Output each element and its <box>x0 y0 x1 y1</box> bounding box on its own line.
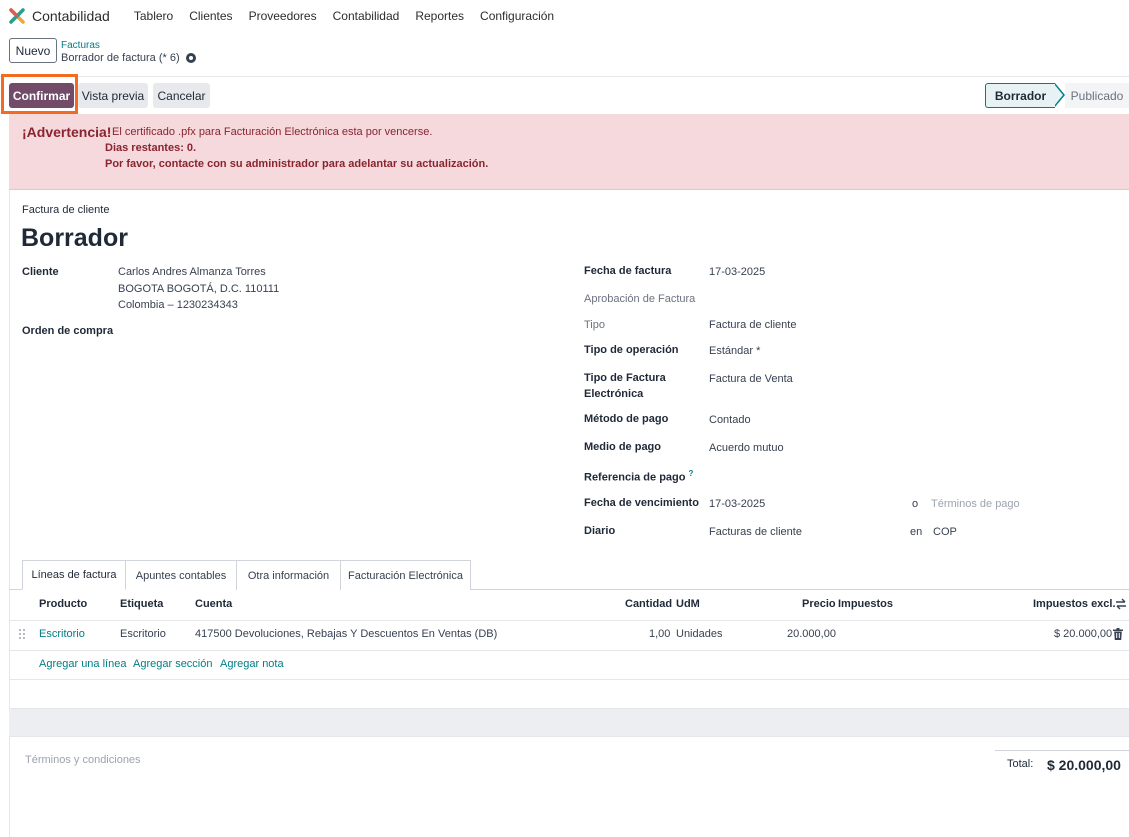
notebook-tabs: Líneas de factura Apuntes contables Otra… <box>22 560 471 590</box>
terms-conditions-field[interactable]: Términos y condiciones <box>25 754 141 766</box>
customer-address-line1: BOGOTA BOGOTÁ, D.C. 110111 <box>118 283 280 295</box>
highlight-annotation <box>1 74 78 114</box>
breadcrumb-current-label: Borrador de factura (* 6) <box>61 52 180 64</box>
breadcrumb-parent-link[interactable]: Facturas <box>61 40 100 51</box>
journal-label: Diario <box>584 525 616 537</box>
preview-button[interactable]: Vista previa <box>78 83 148 108</box>
due-date-field[interactable]: 17-03-2025 <box>709 498 765 510</box>
line-uom-field[interactable]: Unidades <box>676 628 722 640</box>
col-product[interactable]: Producto <box>39 598 87 610</box>
total-label: Total: <box>1007 758 1034 770</box>
customer-address-line2: Colombia – 1230234343 <box>118 299 238 311</box>
row-divider <box>9 650 1129 651</box>
or-label: o <box>912 498 919 510</box>
line-price-field[interactable]: 20.000,00 <box>787 628 836 640</box>
invoice-date-field[interactable]: 17-03-2025 <box>709 266 765 278</box>
payment-reference-label: Referencia de pago ? <box>584 469 693 484</box>
alert-days: Dias restantes: 0. <box>105 142 197 154</box>
col-subtotal[interactable]: Impuestos excl. <box>1033 598 1116 610</box>
line-product-field[interactable]: Escritorio <box>39 628 85 640</box>
line-account-field[interactable]: 417500 Devoluciones, Rebajas Y Descuento… <box>195 628 497 640</box>
divider <box>0 76 1129 77</box>
top-navbar: Contabilidad Tablero Clientes Proveedore… <box>0 0 1129 32</box>
tab-other-info[interactable]: Otra información <box>236 560 341 590</box>
in-label: en <box>910 526 923 538</box>
add-section-link[interactable]: Agregar sección <box>133 658 213 670</box>
alert-message: El certificado .pfx para Facturación Ele… <box>112 126 433 138</box>
nav-item-tablero[interactable]: Tablero <box>134 9 173 23</box>
new-button[interactable]: Nuevo <box>9 38 57 63</box>
einvoice-type-field[interactable]: Factura de Venta <box>709 373 793 385</box>
table-footer-band <box>9 708 1129 737</box>
row-divider <box>9 620 1129 621</box>
tab-journal-items[interactable]: Apuntes contables <box>125 560 237 590</box>
type-label: Tipo <box>584 319 605 331</box>
col-label[interactable]: Etiqueta <box>120 598 163 610</box>
nav-item-configuracion[interactable]: Configuración <box>480 9 554 23</box>
col-account[interactable]: Cuenta <box>195 598 232 610</box>
operation-type-label: Tipo de operación <box>584 344 679 356</box>
gear-icon[interactable] <box>185 53 196 63</box>
customer-label: Cliente <box>22 266 59 278</box>
trash-icon[interactable] <box>1113 628 1123 640</box>
col-price[interactable]: Precio <box>802 598 836 610</box>
line-label-field[interactable]: Escritorio <box>120 628 166 640</box>
col-uom[interactable]: UdM <box>676 598 700 610</box>
tab-invoice-lines[interactable]: Líneas de factura <box>22 560 126 590</box>
app-name: Contabilidad <box>32 8 110 24</box>
payment-method-label: Método de pago <box>584 413 669 425</box>
currency-field[interactable]: COP <box>933 526 957 538</box>
journal-field[interactable]: Facturas de cliente <box>709 526 802 538</box>
operation-type-field[interactable]: Estándar * <box>709 345 760 357</box>
tab-electronic-invoicing[interactable]: Facturación Electrónica <box>340 560 471 590</box>
warning-alert: ¡Advertencia! El certificado .pfx para F… <box>9 114 1129 190</box>
app-brand[interactable]: Contabilidad <box>9 8 110 24</box>
type-value: Factura de cliente <box>709 319 797 331</box>
approval-label: Aprobación de Factura <box>584 293 696 305</box>
invoice-date-label: Fecha de factura <box>584 265 672 277</box>
line-subtotal: $ 20.000,00 <box>1054 628 1113 640</box>
einvoice-type-label-1: Tipo de Factura <box>584 372 666 384</box>
page-title: Borrador <box>21 224 128 252</box>
stage-posted[interactable]: Publicado <box>1065 83 1129 108</box>
purchase-order-label: Orden de compra <box>22 325 114 337</box>
alert-title: ¡Advertencia! <box>22 124 112 140</box>
nav-item-contabilidad[interactable]: Contabilidad <box>333 9 400 23</box>
customer-name-field[interactable]: Carlos Andres Almanza Torres <box>118 266 266 278</box>
payment-method-field[interactable]: Contado <box>709 414 751 426</box>
due-date-label: Fecha de vencimiento <box>584 497 699 509</box>
cancel-button[interactable]: Cancelar <box>153 83 210 108</box>
status-bar: Borrador Publicado <box>985 83 1129 108</box>
nav-item-reportes[interactable]: Reportes <box>415 9 464 23</box>
total-amount: $ 20.000,00 <box>1047 757 1121 773</box>
help-icon[interactable]: ? <box>689 469 694 478</box>
stage-arrow <box>1054 83 1065 107</box>
einvoice-type-label-2: Electrónica <box>584 388 644 400</box>
col-quantity[interactable]: Cantidad <box>625 598 672 610</box>
total-divider <box>995 750 1129 751</box>
breadcrumb-current: Borrador de factura (* 6) <box>61 52 196 64</box>
document-type: Factura de cliente <box>22 204 110 216</box>
optional-columns-icon[interactable] <box>1115 598 1127 610</box>
add-line-link[interactable]: Agregar una línea <box>39 658 126 670</box>
stage-draft[interactable]: Borrador <box>985 83 1055 108</box>
add-note-link[interactable]: Agregar nota <box>220 658 284 670</box>
row-divider <box>9 679 1129 680</box>
app-logo-icon <box>9 8 25 24</box>
payment-means-field[interactable]: Acuerdo mutuo <box>709 442 784 454</box>
line-quantity-field[interactable]: 1,00 <box>649 628 670 640</box>
col-taxes[interactable]: Impuestos <box>838 598 893 610</box>
alert-contact: Por favor, contacte con su administrador… <box>105 158 489 170</box>
nav-item-clientes[interactable]: Clientes <box>189 9 232 23</box>
control-panel: Nuevo Facturas Borrador de factura (* 6) <box>0 32 1129 76</box>
drag-handle-icon[interactable] <box>19 629 25 639</box>
payment-means-label: Medio de pago <box>584 441 661 453</box>
nav-item-proveedores[interactable]: Proveedores <box>249 9 317 23</box>
payment-terms-field[interactable]: Términos de pago <box>931 498 1020 510</box>
payment-reference-label-text: Referencia de pago <box>584 471 686 484</box>
